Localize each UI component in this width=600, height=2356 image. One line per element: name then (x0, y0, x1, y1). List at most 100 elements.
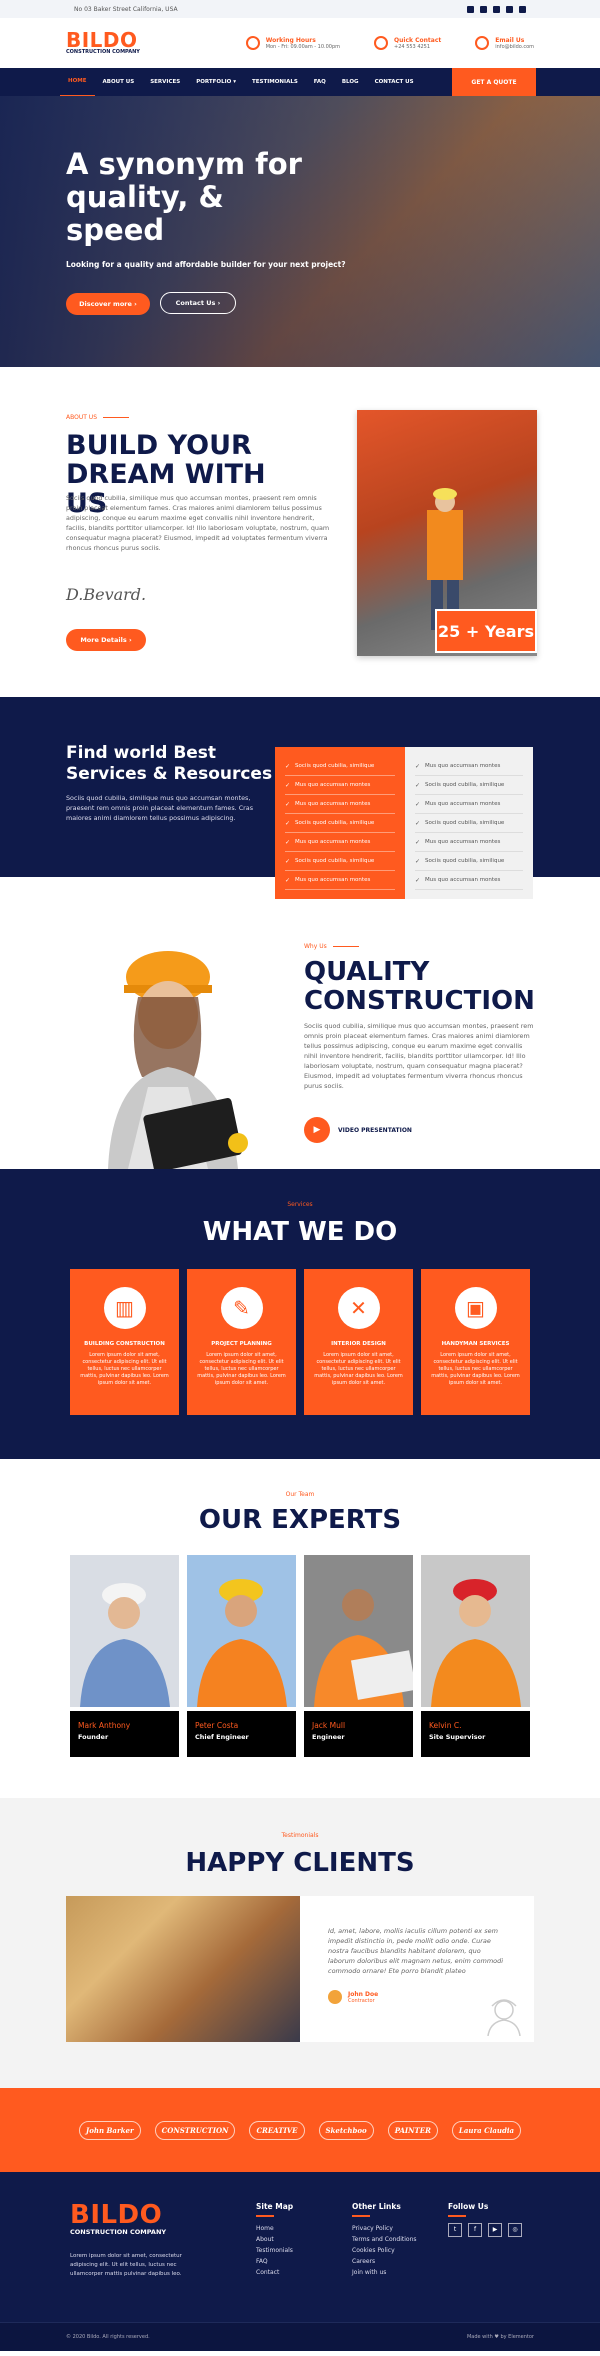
header: BILDO CONSTRUCTION COMPANY Working Hours… (0, 18, 600, 68)
facebook-icon[interactable]: f (468, 2222, 482, 2237)
service-desc: Lorem ipsum dolor sit amet, consectetur … (431, 1352, 520, 1386)
made-with: Made with ♥ by Elementor (466, 2334, 534, 2340)
services-section: Services WHAT WE DO ▥ BUILDING CONSTRUCT… (0, 1169, 600, 1459)
brand-logo: CONSTRUCTION (154, 2120, 236, 2140)
expert-photo (304, 1555, 417, 1707)
service-card-planning[interactable]: ✎ PROJECT PLANNING Lorem ipsum dolor sit… (187, 1269, 296, 1415)
services-title: WHAT WE DO (202, 1217, 398, 1247)
expert-card[interactable]: Jack Mull Engineer (304, 1555, 417, 1757)
list-item: Sociis quod cubilia, similique (285, 757, 395, 776)
mail-icon (475, 36, 490, 50)
nav-home[interactable]: HOME (60, 67, 95, 97)
expert-name: Jack Mull (312, 1721, 346, 1730)
youtube-icon[interactable]: ▶ (488, 2222, 502, 2237)
clock-icon (245, 36, 260, 50)
header-contacts: Working Hours Mon - Fri: 09.00am - 10.00p… (245, 36, 534, 50)
instagram-icon[interactable] (506, 5, 513, 13)
testimonial-card: Id, amet, labore, mollis iaculis cillum … (66, 1896, 534, 2042)
footer-link[interactable]: Contact (256, 2267, 293, 2278)
footer-link[interactable]: Home (256, 2223, 293, 2234)
resources-section: Find world Best Services & Resources Soc… (0, 697, 600, 899)
footer-logo-text[interactable]: BILDO (70, 2202, 210, 2228)
resources-text: Sociis quod cubilia, similique mus quo a… (66, 794, 254, 822)
twitter-icon[interactable]: t (448, 2222, 462, 2237)
testimonial-author: John Doe Contractor (328, 1990, 378, 2004)
nav-faq[interactable]: FAQ (306, 68, 334, 96)
expert-card[interactable]: Mark Anthony Founder (70, 1555, 179, 1757)
nav-services[interactable]: SERVICES (142, 68, 188, 96)
expert-role: Site Supervisor (429, 1733, 486, 1741)
contact-us-button[interactable]: Contact Us › (160, 292, 236, 314)
service-card-interior[interactable]: ✕ INTERIOR DESIGN Lorem ipsum dolor sit … (304, 1269, 413, 1415)
play-icon[interactable]: ▶ (304, 1117, 330, 1143)
author-role: Contractor (348, 1997, 375, 2004)
expert-name: Peter Costa (195, 1721, 239, 1730)
nav-contact[interactable]: CONTACT US (367, 68, 422, 96)
testimonials-section: Testimonials HAPPY CLIENTS Id, amet, lab… (0, 1798, 600, 2088)
list-item: Mus quo accumsan montes (285, 795, 395, 814)
footer: BILDO CONSTRUCTION COMPANY Lorem ipsum d… (0, 2172, 600, 2322)
phone-icon (374, 36, 389, 50)
signature: D.Bevard. (66, 585, 147, 604)
contact-phone[interactable]: Quick Contact +24 553 4251 (374, 36, 441, 50)
footer-link[interactable]: Careers (352, 2256, 417, 2267)
nav-portfolio[interactable]: PORTFOLIO ▾ (188, 68, 244, 96)
main-nav: HOME ABOUT US SERVICES PORTFOLIO ▾ TESTI… (0, 67, 600, 97)
service-card-handyman[interactable]: ▣ HANDYMAN SERVICES Lorem ipsum dolor si… (421, 1269, 530, 1415)
footer-link[interactable]: Testimonials (256, 2245, 293, 2256)
youtube-icon[interactable] (493, 5, 500, 13)
hero-section: A synonym for quality, & speed Looking f… (0, 96, 600, 367)
footer-link[interactable]: Privacy Policy (352, 2223, 417, 2234)
instagram-icon[interactable]: ◎ (508, 2222, 522, 2237)
discover-more-button[interactable]: Discover more › (66, 293, 150, 315)
hero-title: A synonym for quality, & speed (66, 147, 302, 247)
expert-name: Kelvin C. (429, 1721, 462, 1730)
expert-photo (187, 1555, 296, 1707)
footer-link[interactable]: Cookies Policy (352, 2245, 417, 2256)
hero-subtitle: Looking for a quality and affordable bui… (66, 260, 346, 269)
contact-email[interactable]: Email Us info@bildo.com (475, 36, 534, 50)
expert-card[interactable]: Peter Costa Chief Engineer (187, 1555, 296, 1757)
brand-logo: Sketchboo (318, 2120, 374, 2140)
footer-link[interactable]: Terms and Conditions (352, 2234, 417, 2245)
brand-logo: CREATIVE (249, 2120, 305, 2140)
building-icon: ▥ (103, 1287, 146, 1329)
list-item: Sociis quod cubilia, similique (285, 852, 395, 871)
footer-link[interactable]: FAQ (256, 2256, 293, 2267)
quality-text: Sociis quod cubilia, similique mus quo a… (304, 1022, 534, 1090)
more-details-button[interactable]: More Details › (66, 629, 146, 651)
nav-about[interactable]: ABOUT US (95, 68, 143, 96)
brand-logos: John Barker CONSTRUCTION CREATIVE Sketch… (0, 2088, 600, 2172)
service-card-building[interactable]: ▥ BUILDING CONSTRUCTION Lorem ipsum dolo… (70, 1269, 179, 1415)
quality-eyebrow: Why Us (304, 943, 359, 950)
service-title: PROJECT PLANNING (211, 1341, 272, 1347)
expert-card[interactable]: Kelvin C. Site Supervisor (421, 1555, 530, 1757)
contact-hours: Working Hours Mon - Fri: 09.00am - 10.00p… (245, 36, 340, 50)
about-section: ABOUT US BUILD YOUR DREAM WITH US Sociis… (0, 367, 600, 697)
list-item: Sociis quod cubilia, similique (415, 852, 523, 871)
video-presentation-link[interactable]: ▶ VIDEO PRESENTATION (304, 1117, 412, 1143)
pinterest-icon[interactable] (519, 5, 526, 13)
logo-text: BILDO (66, 28, 138, 52)
footer-follow: Follow Us t f ▶ ◎ (448, 2202, 522, 2237)
twitter-icon[interactable] (480, 5, 487, 13)
get-quote-button[interactable]: GET A QUOTE (452, 68, 536, 96)
list-item: Mus quo accumsan montes (415, 833, 523, 852)
footer-link[interactable]: Join with us (352, 2267, 417, 2278)
avatar (328, 1990, 342, 2004)
service-desc: Lorem ipsum dolor sit amet, consectetur … (314, 1352, 403, 1386)
footer-logo-subtitle: CONSTRUCTION COMPANY (70, 2228, 167, 2236)
list-item: Mus quo accumsan montes (285, 776, 395, 795)
nav-testimonials[interactable]: TESTIMONIALS (244, 68, 306, 96)
about-eyebrow: ABOUT US (66, 414, 129, 421)
brand-logo: PAINTER (387, 2120, 438, 2140)
expert-photo (70, 1555, 179, 1707)
footer-other-links: Other Links Privacy Policy Terms and Con… (352, 2202, 417, 2278)
nav-blog[interactable]: BLOG (334, 68, 367, 96)
facebook-icon[interactable] (467, 5, 474, 13)
contact-value: info@bildo.com (495, 43, 534, 50)
logo[interactable]: BILDO CONSTRUCTION COMPANY (66, 28, 140, 55)
other-links-title: Other Links (352, 2202, 401, 2211)
toolbox-icon: ▣ (454, 1287, 497, 1329)
footer-link[interactable]: About (256, 2234, 293, 2245)
